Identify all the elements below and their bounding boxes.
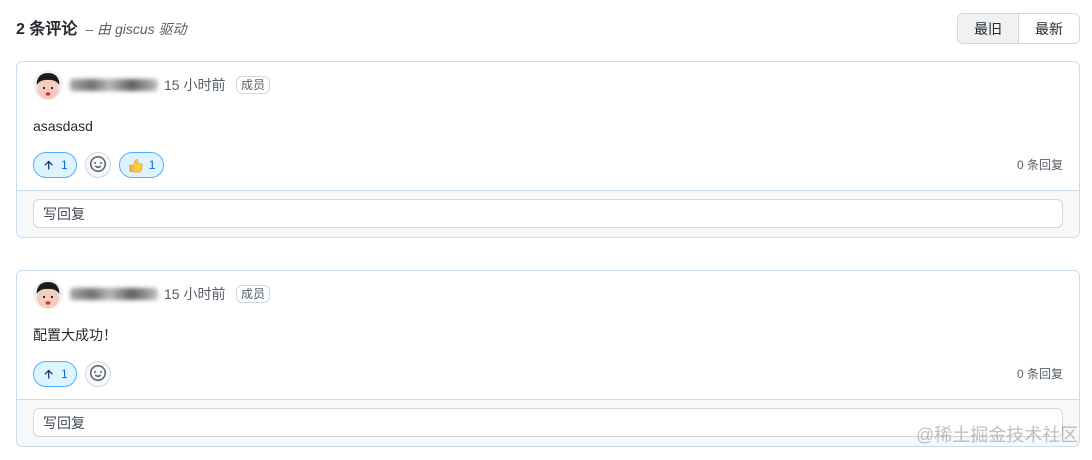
smiley-icon xyxy=(89,155,106,175)
add-reaction-button[interactable] xyxy=(84,361,111,387)
avatar[interactable] xyxy=(33,70,63,100)
author-association-badge: 成员 xyxy=(236,76,271,94)
comments-header: 2 条评论 – 由 giscus 驱动 xyxy=(16,19,187,40)
comment-body: asasdasd xyxy=(33,118,93,134)
reactions-bar: 1 xyxy=(33,361,111,387)
reaction-upvote-button[interactable]: 1 xyxy=(33,361,77,387)
avatar[interactable] xyxy=(33,279,63,309)
reply-input[interactable] xyxy=(33,199,1063,228)
comment-timestamp[interactable]: 15 小时前 xyxy=(164,76,225,94)
author-username-redacted[interactable] xyxy=(70,288,158,300)
powered-by-suffix: 驱动 xyxy=(154,21,187,37)
author-association-badge: 成员 xyxy=(236,285,271,303)
reply-count: 0 条回复 xyxy=(1016,158,1063,172)
comment-card: 15 小时前 成员 配置大成功！ 1 0 条回复 xyxy=(16,270,1080,447)
thumbs-up-icon xyxy=(128,158,143,173)
arrow-up-icon xyxy=(42,368,55,381)
sort-oldest-button[interactable]: 最旧 xyxy=(958,14,1018,43)
reaction-count: 1 xyxy=(61,158,68,172)
comment-body: 配置大成功！ xyxy=(33,327,117,343)
reaction-count: 1 xyxy=(61,367,68,381)
comment-card: 15 小时前 成员 asasdasd 1 1 0 条回复 写回复 xyxy=(16,61,1080,238)
smiley-icon xyxy=(89,364,106,384)
reply-input[interactable] xyxy=(33,408,1063,437)
reaction-count: 1 xyxy=(148,158,156,172)
reply-count: 0 条回复 xyxy=(1016,367,1063,381)
giscus-comments-page: 2 条评论 – 由 giscus 驱动 最旧 最新 15 小时前 成员 asasd… xyxy=(0,0,1092,460)
reply-section xyxy=(17,190,1079,237)
add-reaction-button[interactable] xyxy=(84,152,111,178)
author-username-redacted[interactable] xyxy=(70,79,158,91)
powered-by: – 由 giscus 驱动 xyxy=(85,21,186,37)
arrow-up-icon xyxy=(42,159,55,172)
reaction-thumbs-up-button[interactable]: 1 xyxy=(118,152,165,178)
sort-newest-button[interactable]: 最新 xyxy=(1018,14,1079,43)
reactions-bar: 1 1 xyxy=(33,152,165,178)
reaction-upvote-button[interactable]: 1 xyxy=(33,152,77,178)
powered-by-prefix: – 由 xyxy=(85,21,115,37)
comment-timestamp[interactable]: 15 小时前 xyxy=(164,285,225,303)
sort-toggle-group: 最旧 最新 xyxy=(957,13,1080,44)
comment-count: 2 条评论 xyxy=(16,21,78,38)
reply-section xyxy=(17,399,1079,446)
giscus-link[interactable]: giscus xyxy=(115,21,155,37)
